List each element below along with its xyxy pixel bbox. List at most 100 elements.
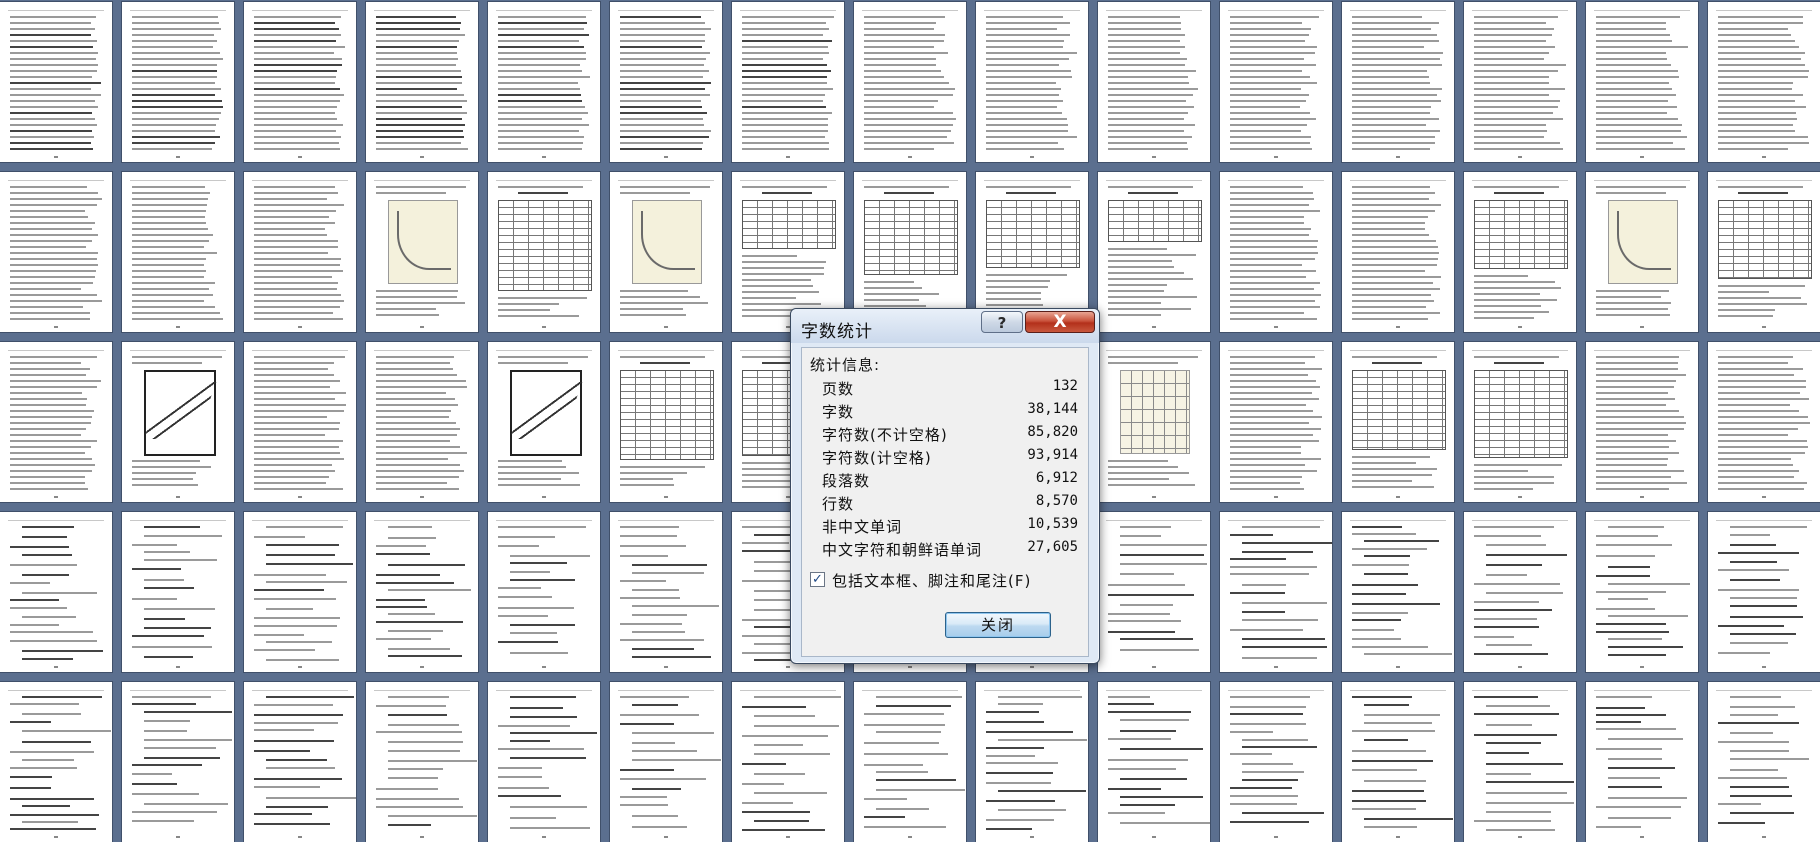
page-thumbnail[interactable] (244, 2, 356, 162)
text-line (376, 142, 461, 144)
include-textboxes-footnotes-option[interactable]: ✓ 包括文本框、脚注和尾注(F) (810, 570, 1080, 592)
page-thumbnail[interactable] (1464, 512, 1576, 672)
text-line (864, 40, 944, 42)
page-thumbnail[interactable] (732, 682, 844, 842)
page-thumbnail[interactable] (610, 342, 722, 502)
text-line (1230, 470, 1317, 472)
close-x-button[interactable]: X (1025, 311, 1095, 333)
close-button[interactable]: 关闭 (945, 612, 1051, 638)
page-thumbnail[interactable] (488, 172, 600, 332)
page-thumbnail[interactable] (1586, 512, 1698, 672)
page-thumbnail[interactable] (1098, 172, 1210, 332)
page-thumbnail[interactable] (1220, 342, 1332, 502)
page-thumbnail[interactable] (610, 682, 722, 842)
text-line (254, 198, 327, 200)
text-line (1596, 555, 1655, 557)
text-line (1718, 88, 1792, 90)
text-line (376, 82, 462, 84)
page-thumbnail[interactable] (1586, 682, 1698, 842)
page-thumbnail[interactable] (122, 2, 234, 162)
page-thumbnail[interactable] (854, 2, 966, 162)
text-line (1230, 476, 1302, 478)
page-number-mark (1518, 496, 1522, 498)
text-line (742, 28, 829, 30)
page-thumbnail[interactable] (1464, 172, 1576, 332)
text-line (10, 428, 86, 430)
stat-row-chars-no-spaces: 字符数(不计空格) 85,820 (822, 424, 1078, 446)
page-thumbnail[interactable] (122, 342, 234, 502)
page-thumbnail[interactable] (366, 512, 478, 672)
page-thumbnail[interactable] (366, 682, 478, 842)
page-thumbnail[interactable] (1586, 172, 1698, 332)
page-thumbnail[interactable] (1342, 172, 1454, 332)
page-thumbnail[interactable] (0, 512, 112, 672)
page-thumbnail[interactable] (122, 172, 234, 332)
page-thumbnail[interactable] (366, 2, 478, 162)
text-line (1718, 285, 1805, 287)
page-thumbnail[interactable] (1098, 512, 1210, 672)
text-line (1108, 472, 1189, 474)
page-thumbnail[interactable] (0, 172, 112, 332)
page-thumbnail[interactable] (1098, 2, 1210, 162)
page-header-rule (1228, 520, 1324, 521)
page-thumbnail[interactable] (1708, 342, 1820, 502)
page-thumbnail[interactable] (366, 172, 478, 332)
page-thumbnail[interactable] (1464, 682, 1576, 842)
page-thumbnail[interactable] (244, 172, 356, 332)
page-thumbnail[interactable] (1098, 682, 1210, 842)
page-thumbnail[interactable] (610, 2, 722, 162)
page-thumbnail[interactable] (854, 682, 966, 842)
page-thumbnail[interactable] (0, 2, 112, 162)
dialog-titlebar[interactable]: 字数统计 ? X (791, 309, 1099, 343)
page-thumbnail[interactable] (122, 512, 234, 672)
page-thumbnail[interactable] (610, 172, 722, 332)
include-checkbox[interactable]: ✓ (810, 572, 825, 587)
page-thumbnail[interactable] (488, 512, 600, 672)
page-thumbnail[interactable] (122, 682, 234, 842)
text-line (742, 136, 825, 138)
page-thumbnail[interactable] (1708, 512, 1820, 672)
page-thumbnail[interactable] (1098, 342, 1210, 502)
page-thumbnail[interactable] (1464, 342, 1576, 502)
page-number-mark (1518, 836, 1522, 838)
page-thumbnail[interactable] (1708, 172, 1820, 332)
page-thumbnail[interactable] (1464, 2, 1576, 162)
page-thumbnail[interactable] (1342, 342, 1454, 502)
text-line (742, 130, 828, 132)
page-thumbnail[interactable] (244, 342, 356, 502)
text-line (1730, 534, 1770, 536)
text-line (376, 130, 463, 132)
page-thumbnail[interactable] (1586, 342, 1698, 502)
text-line (10, 422, 91, 424)
page-thumbnail[interactable] (732, 2, 844, 162)
page-thumbnail[interactable] (366, 342, 478, 502)
page-thumbnail[interactable] (1220, 2, 1332, 162)
page-thumbnail[interactable] (1342, 2, 1454, 162)
text-line (742, 267, 824, 269)
help-button[interactable]: ? (981, 311, 1023, 333)
page-thumbnail[interactable] (244, 512, 356, 672)
page-thumbnail[interactable] (244, 682, 356, 842)
page-header-rule (130, 350, 226, 351)
page-thumbnail[interactable] (488, 2, 600, 162)
page-thumbnail[interactable] (1586, 2, 1698, 162)
page-thumbnail[interactable] (0, 682, 112, 842)
text-line (144, 579, 184, 581)
text-line (876, 779, 956, 781)
page-thumbnail[interactable] (488, 342, 600, 502)
page-number-mark (420, 666, 424, 668)
page-thumbnail[interactable] (976, 2, 1088, 162)
page-thumbnail[interactable] (1220, 172, 1332, 332)
page-thumbnail[interactable] (0, 342, 112, 502)
page-thumbnail[interactable] (976, 682, 1088, 842)
page-thumbnail[interactable] (610, 512, 722, 672)
page-thumbnail[interactable] (488, 682, 600, 842)
page-thumbnail[interactable] (1220, 512, 1332, 672)
page-thumbnail[interactable] (1342, 512, 1454, 672)
page-thumbnail[interactable] (1708, 682, 1820, 842)
text-line (1108, 768, 1176, 770)
page-thumbnail[interactable] (1342, 682, 1454, 842)
page-thumbnail[interactable] (1220, 682, 1332, 842)
page-thumbnail[interactable] (1708, 2, 1820, 162)
text-line (986, 112, 1062, 114)
